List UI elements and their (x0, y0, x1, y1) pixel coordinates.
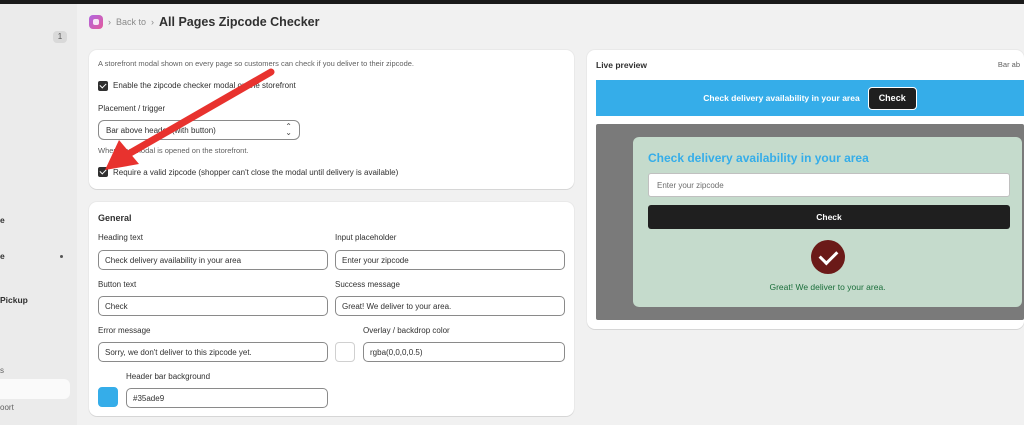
heading-text-input[interactable]: Check delivery availability in your area (98, 250, 328, 270)
error-message-label: Error message (98, 326, 151, 335)
settings-description: A storefront modal shown on every page s… (98, 59, 414, 68)
enable-checkbox-label: Enable the zipcode checker modal on the … (113, 81, 296, 90)
header-bg-swatch[interactable] (98, 387, 118, 407)
chevron-right-icon: › (108, 17, 111, 27)
preview-zipcode-input[interactable]: Enter your zipcode (648, 173, 1010, 197)
placement-label: Placement / trigger (98, 104, 166, 113)
page-title: All Pages Zipcode Checker (159, 15, 320, 29)
sidebar-badge: 1 (53, 31, 67, 43)
preview-bar-text: Check delivery availability in your area (703, 93, 860, 103)
header-bg-input[interactable]: #35ade9 (126, 388, 328, 408)
overlay-color-label: Overlay / backdrop color (363, 326, 450, 335)
general-title: General (98, 213, 132, 223)
preview-overlay: Check delivery availability in your area… (596, 124, 1024, 320)
overlay-color-input[interactable]: rgba(0,0,0,0.5) (363, 342, 565, 362)
app-icon (89, 15, 103, 29)
preview-bar-check-button[interactable]: Check (867, 86, 917, 110)
sidebar-dot (60, 255, 63, 258)
preview-header-bar: Check delivery availability in your area… (596, 80, 1024, 116)
input-placeholder-label: Input placeholder (335, 233, 397, 242)
top-bar (0, 0, 1024, 4)
back-link[interactable]: Back to (116, 17, 146, 27)
placement-select[interactable]: Bar above header (with button) ⌃ ⌄ (98, 120, 300, 140)
success-message-value: Great! We deliver to your area. (342, 301, 452, 311)
general-card: General Heading text Check delivery avai… (89, 202, 574, 416)
sidebar-item-4[interactable]: s (0, 366, 4, 375)
require-zipcode-checkbox[interactable] (98, 167, 108, 177)
page-header: › Back to › All Pages Zipcode Checker (89, 12, 320, 32)
require-zipcode-label: Require a valid zipcode (shopper can't c… (113, 168, 399, 177)
success-message-input[interactable]: Great! We deliver to your area. (335, 296, 565, 316)
live-preview-card: Live preview Bar ab Check delivery avail… (587, 50, 1024, 329)
placement-select-value: Bar above header (with button) (106, 125, 216, 135)
preview-modal: Check delivery availability in your area… (633, 137, 1022, 307)
checkmark-circle-icon (811, 240, 845, 274)
error-message-value: Sorry, we don't deliver to this zipcode … (105, 347, 252, 357)
sidebar: 1 e e Pickup s oort (0, 4, 77, 425)
sidebar-item-support[interactable]: oort (0, 403, 14, 412)
preview-success-message: Great! We deliver to your area. (769, 282, 886, 292)
button-text-label: Button text (98, 280, 137, 289)
button-text-input[interactable]: Check (98, 296, 328, 316)
input-placeholder-value: Enter your zipcode (342, 255, 409, 265)
header-bg-value: #35ade9 (133, 393, 165, 403)
overlay-color-value: rgba(0,0,0,0.5) (370, 347, 423, 357)
heading-text-value: Check delivery availability in your area (105, 255, 242, 265)
enable-checkbox[interactable] (98, 81, 108, 91)
input-placeholder-input[interactable]: Enter your zipcode (335, 250, 565, 270)
error-message-input[interactable]: Sorry, we don't deliver to this zipcode … (98, 342, 328, 362)
preview-check-button[interactable]: Check (648, 205, 1010, 229)
sidebar-active-item[interactable] (0, 379, 70, 399)
heading-text-label: Heading text (98, 233, 143, 242)
sidebar-item-1[interactable]: e (0, 215, 5, 225)
live-preview-title: Live preview (596, 60, 648, 70)
placement-help: Where the modal is opened on the storefr… (98, 146, 249, 155)
chevron-right-icon: › (151, 17, 155, 27)
preview-modal-heading: Check delivery availability in your area (648, 151, 869, 165)
overlay-color-swatch[interactable] (335, 342, 355, 362)
button-text-value: Check (105, 301, 128, 311)
sidebar-item-2[interactable]: e (0, 251, 5, 261)
header-bg-label: Header bar background (126, 372, 211, 381)
select-chevron-icon: ⌃ ⌄ (285, 122, 292, 137)
preview-mode-label: Bar ab (997, 60, 1020, 69)
sidebar-item-pickup[interactable]: Pickup (0, 295, 28, 305)
success-message-label: Success message (335, 280, 400, 289)
preview-zipcode-placeholder: Enter your zipcode (657, 180, 724, 190)
settings-card: A storefront modal shown on every page s… (89, 50, 574, 189)
